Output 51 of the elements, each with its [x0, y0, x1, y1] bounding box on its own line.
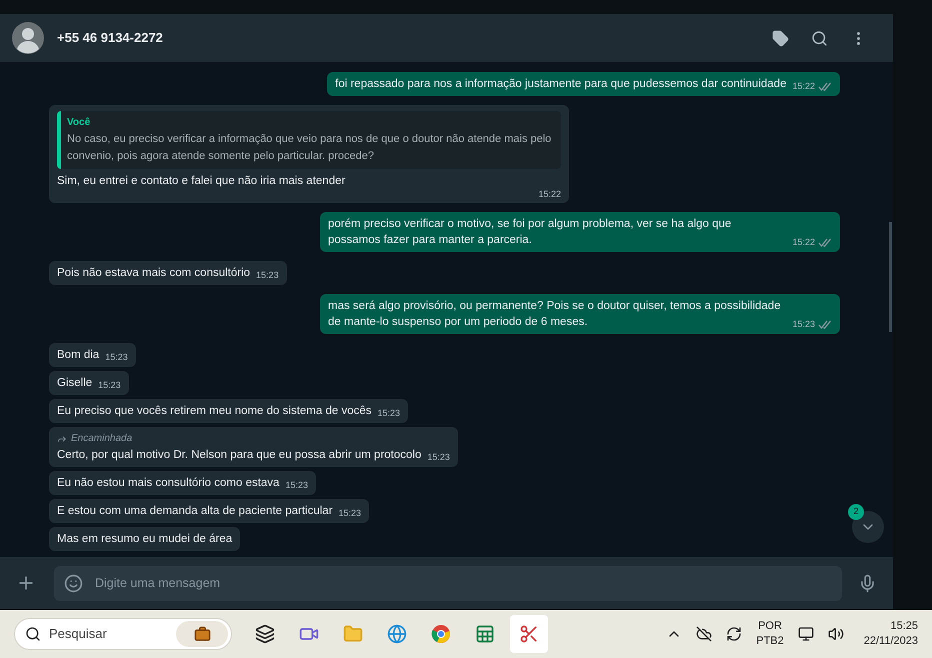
- message-time: 15:23: [285, 479, 308, 492]
- keyboard-layout[interactable]: PTB2: [756, 634, 784, 649]
- message-time: 15:23: [338, 507, 362, 520]
- forwarded-label: Encaminhada: [71, 432, 132, 446]
- unread-count-badge: 2: [848, 504, 864, 520]
- double-check-icon: [818, 320, 832, 328]
- search-placeholder: Pesquisar: [49, 625, 107, 644]
- quote-text: No caso, eu preciso verificar a informação que veio para nos de que o doutor não atende mais pelo convenio, pois agora atende somente pelo particular. procede?: [67, 132, 552, 164]
- message-text: foi repassado para nos a informação justamente para que pudessemos dar continuidade: [335, 77, 786, 92]
- double-check-icon: [818, 238, 832, 246]
- avatar-icon: [12, 22, 44, 54]
- label-icon[interactable]: [772, 30, 789, 46]
- contact-name[interactable]: +55 46 9134-2272: [57, 28, 163, 48]
- message-text: E estou com uma demanda alta de paciente particular: [57, 504, 333, 519]
- message-time: 15:23: [98, 379, 121, 392]
- emoji-icon[interactable]: [64, 574, 83, 592]
- message-time: 15:22: [538, 189, 561, 199]
- message-time: 15:23: [792, 318, 815, 331]
- message-text: Eu não estou mais consultório como estava: [57, 476, 280, 491]
- message-input-field[interactable]: Digite uma mensagem: [54, 566, 842, 600]
- sync-icon[interactable]: [726, 626, 742, 642]
- cloud-off-icon[interactable]: [696, 626, 712, 642]
- message-text: Certo, por qual motivo Dr. Nelson para que eu possa abrir um protocolo: [57, 448, 422, 463]
- clock-time[interactable]: 15:25: [890, 619, 918, 634]
- message-text: Sim, eu entrei e contato e falei que não iria mais atender: [57, 174, 346, 189]
- message-text: Giselle: [57, 376, 92, 391]
- message-text: Eu preciso que vocês retirem meu nome do sistema de vocês: [57, 404, 372, 419]
- message-time: 15:23: [377, 407, 400, 420]
- message-text: mas será algo provisório, ou permanente? Pois se o doutor quiser, temos a possibilidade de mante-lo suspenso por um periodo de 6 meses.: [328, 299, 782, 330]
- message-text: Bom dia: [57, 348, 100, 363]
- quote-author: Você: [67, 116, 92, 130]
- clock-date[interactable]: 22/11/2023: [864, 634, 918, 649]
- message-time: 15:23: [427, 451, 450, 464]
- double-check-icon: [818, 82, 832, 90]
- message-text: Mas em resumo eu mudei de área: [57, 532, 232, 547]
- search-icon[interactable]: [811, 30, 828, 46]
- message-time: 15:22: [792, 80, 815, 93]
- forward-arrow-icon: [57, 434, 67, 444]
- language-indicator[interactable]: POR: [758, 619, 782, 634]
- microphone-icon[interactable]: [858, 574, 877, 592]
- message-text: porém preciso verificar o motivo, se foi por algum problema, ver se ha algo que possamos fazer para manter a parceria.: [328, 217, 732, 248]
- search-icon: [25, 626, 41, 642]
- briefcase-icon: [176, 621, 228, 647]
- message-time: 15:22: [792, 236, 815, 249]
- message-time: 15:23: [256, 269, 279, 282]
- taskbar-search-field[interactable]: Pesquisar: [14, 618, 232, 650]
- volume-icon[interactable]: [828, 626, 844, 642]
- scrollbar-thumb[interactable]: [889, 222, 892, 332]
- message-time: 15:23: [105, 351, 128, 364]
- message-text: Pois não estava mais com consultório: [57, 266, 250, 281]
- snipping-tool-icon[interactable]: [510, 615, 548, 653]
